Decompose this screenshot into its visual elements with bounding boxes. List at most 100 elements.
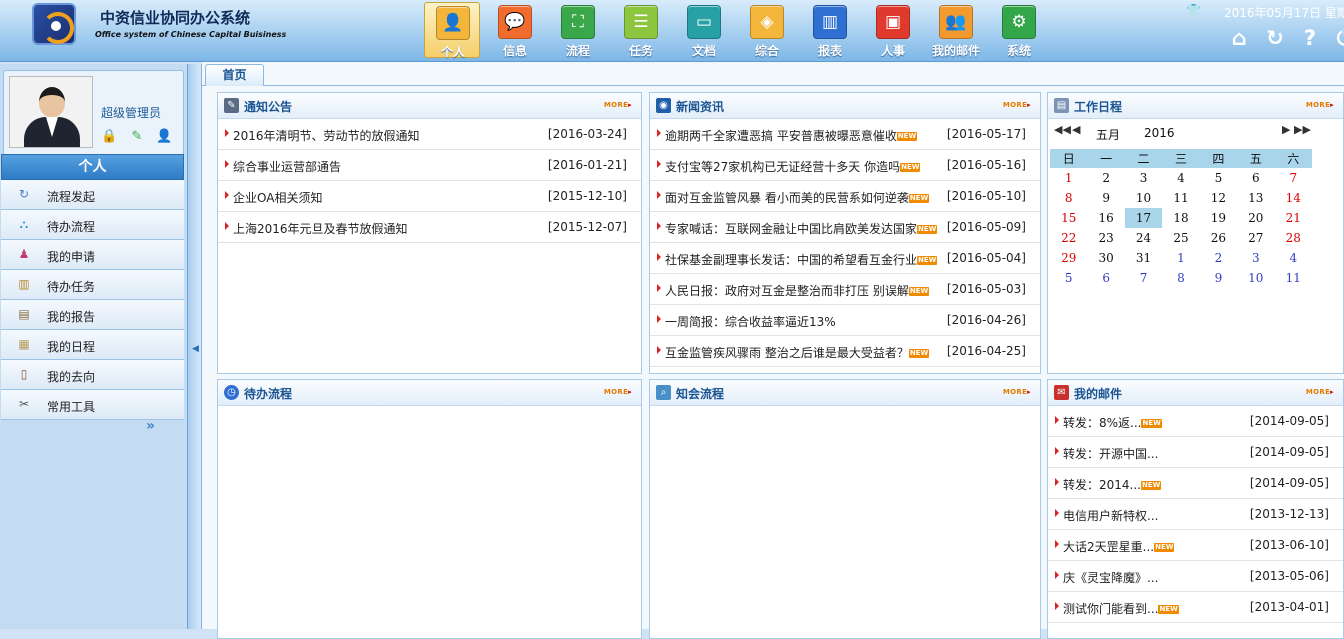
- list-item[interactable]: 转发：8%返...NEW [2014-09-05]: [1048, 406, 1343, 437]
- calendar-day[interactable]: 22: [1050, 228, 1087, 248]
- calendar-day[interactable]: 21: [1275, 208, 1312, 228]
- calendar-day[interactable]: 14: [1275, 188, 1312, 208]
- item-title[interactable]: 企业OA相关须知: [233, 189, 322, 206]
- mail-more-button[interactable]: MORE▸: [1306, 388, 1334, 396]
- calendar-day[interactable]: 19: [1200, 208, 1237, 228]
- news-more-button[interactable]: MORE▸: [1003, 101, 1031, 109]
- sidebar-splitter[interactable]: ◀: [188, 64, 202, 629]
- help-icon[interactable]: ?: [1297, 25, 1323, 51]
- calendar-day[interactable]: 27: [1237, 228, 1274, 248]
- item-title[interactable]: 转发：开源中国...: [1063, 445, 1158, 462]
- calendar-day[interactable]: 11: [1162, 188, 1199, 208]
- cc-more-button[interactable]: MORE▸: [1003, 388, 1031, 396]
- list-item[interactable]: 上海2016年元旦及春节放假通知 [2015-12-07]: [218, 212, 641, 243]
- expand-icon[interactable]: »: [146, 418, 155, 434]
- list-item[interactable]: 庆《灵宝降魔》... [2013-05-06]: [1048, 561, 1343, 592]
- power-icon[interactable]: ⏻: [1332, 25, 1344, 51]
- calendar-day[interactable]: 13: [1237, 188, 1274, 208]
- calendar-day[interactable]: 4: [1275, 248, 1312, 268]
- item-title[interactable]: 人民日报：政府对互金是整治而非打压 别误解NEW: [665, 282, 930, 299]
- nav-item-9[interactable]: ⚙ 系统: [991, 2, 1047, 58]
- item-title[interactable]: 2016年清明节、劳动节的放假通知: [233, 127, 420, 144]
- calendar-day[interactable]: 7: [1125, 268, 1162, 288]
- list-item[interactable]: 转发：开源中国... [2014-09-05]: [1048, 437, 1343, 468]
- list-item[interactable]: 逾期两千全家遭恶搞 平安普惠被曝恶意催收NEW [2016-05-17]: [650, 119, 1040, 150]
- prev-year-icon[interactable]: ◀◀: [1054, 123, 1071, 136]
- calendar-day[interactable]: 4: [1162, 168, 1199, 188]
- nav-item-2[interactable]: ⛶ 流程: [550, 2, 606, 58]
- calendar-day[interactable]: 11: [1275, 268, 1312, 288]
- list-item[interactable]: 大话2天罡星重...NEW [2013-06-10]: [1048, 530, 1343, 561]
- item-title[interactable]: 转发：8%返...NEW: [1063, 414, 1162, 431]
- item-title[interactable]: 互金监管疾风骤雨 整治之后谁是最大受益者？NEW: [665, 344, 930, 361]
- item-title[interactable]: 上海2016年元旦及春节放假通知: [233, 220, 408, 237]
- calendar-day[interactable]: 5: [1050, 268, 1087, 288]
- calendar-day[interactable]: 10: [1125, 188, 1162, 208]
- calendar-day[interactable]: 23: [1087, 228, 1124, 248]
- shirt-icon[interactable]: 👕: [1186, 3, 1201, 17]
- list-item[interactable]: 2016年清明节、劳动节的放假通知 [2016-03-24]: [218, 119, 641, 150]
- calendar-day[interactable]: 2: [1200, 248, 1237, 268]
- calendar-day[interactable]: 18: [1162, 208, 1199, 228]
- nav-item-4[interactable]: ▭ 文档: [676, 2, 732, 58]
- collapse-arrow-icon[interactable]: ◀: [192, 344, 199, 354]
- sidebar-section-title[interactable]: 个人: [1, 154, 184, 180]
- list-item[interactable]: 支付宝等27家机构已无证经营十多天 你造吗NEW [2016-05-16]: [650, 150, 1040, 181]
- calendar-day[interactable]: 31: [1125, 248, 1162, 268]
- item-title[interactable]: 支付宝等27家机构已无证经营十多天 你造吗NEW: [665, 158, 921, 175]
- calendar-day[interactable]: 16: [1087, 208, 1124, 228]
- calendar-day[interactable]: 9: [1087, 188, 1124, 208]
- sidebar-item-3[interactable]: ▥ 待办任务: [1, 270, 184, 300]
- calendar-day[interactable]: 28: [1275, 228, 1312, 248]
- list-item[interactable]: 测试你门能看到...NEW [2013-04-01]: [1048, 592, 1343, 623]
- sidebar-item-5[interactable]: ▦ 我的日程: [1, 330, 184, 360]
- sidebar-item-1[interactable]: ⛬ 待办流程: [1, 210, 184, 240]
- edit-icon[interactable]: ✎: [129, 129, 145, 145]
- item-title[interactable]: 综合事业运营部通告: [233, 158, 341, 175]
- list-item[interactable]: 企业OA相关须知 [2015-12-10]: [218, 181, 641, 212]
- sidebar-item-0[interactable]: ↻ 流程发起: [1, 180, 184, 210]
- item-title[interactable]: 社保基金副理事长发话：中国的希望看互金行业NEW: [665, 251, 938, 268]
- nav-item-0[interactable]: 👤 个人: [424, 2, 480, 59]
- prev-month-icon[interactable]: ◀: [1072, 123, 1080, 136]
- tab-home[interactable]: 首页: [205, 64, 264, 86]
- calendar-day[interactable]: 8: [1162, 268, 1199, 288]
- user-icon[interactable]: 👤: [156, 129, 172, 145]
- list-item[interactable]: 综合事业运营部通告 [2016-01-21]: [218, 150, 641, 181]
- calendar-day[interactable]: 5: [1200, 168, 1237, 188]
- item-title[interactable]: 专家喊话：互联网金融让中国比肩欧美发达国家NEW: [665, 220, 938, 237]
- list-item[interactable]: 专家喊话：互联网金融让中国比肩欧美发达国家NEW [2016-05-09]: [650, 212, 1040, 243]
- home-icon[interactable]: ⌂: [1226, 25, 1252, 51]
- nav-item-6[interactable]: ▥ 报表: [802, 2, 858, 58]
- calendar-day[interactable]: 7: [1275, 168, 1312, 188]
- nav-item-5[interactable]: ◈ 综合: [739, 2, 795, 58]
- sidebar-item-4[interactable]: ▤ 我的报告: [1, 300, 184, 330]
- nav-item-1[interactable]: 💬 信息: [487, 2, 543, 58]
- item-title[interactable]: 大话2天罡星重...NEW: [1063, 538, 1175, 555]
- calendar-day[interactable]: 6: [1087, 268, 1124, 288]
- item-title[interactable]: 一周简报：综合收益率逼近13%: [665, 313, 836, 330]
- lock-icon[interactable]: 🔒: [101, 129, 117, 145]
- list-item[interactable]: 人民日报：政府对互金是整治而非打压 别误解NEW [2016-05-03]: [650, 274, 1040, 305]
- calendar-day[interactable]: 6: [1237, 168, 1274, 188]
- calendar-day[interactable]: 8: [1050, 188, 1087, 208]
- calendar-day[interactable]: 26: [1200, 228, 1237, 248]
- nav-item-7[interactable]: ▣ 人事: [865, 2, 921, 58]
- sidebar-item-7[interactable]: ✂ 常用工具: [1, 390, 184, 420]
- calendar-day[interactable]: 25: [1162, 228, 1199, 248]
- sidebar-item-2[interactable]: ♟ 我的申请: [1, 240, 184, 270]
- calendar-day[interactable]: 24: [1125, 228, 1162, 248]
- calendar-day[interactable]: 1: [1050, 168, 1087, 188]
- notice-more-button[interactable]: MORE▸: [604, 101, 632, 109]
- calendar-day[interactable]: 30: [1087, 248, 1124, 268]
- item-title[interactable]: 面对互金监管风暴 看小而美的民营系如何逆袭NEW: [665, 189, 930, 206]
- schedule-more-button[interactable]: MORE▸: [1306, 101, 1334, 109]
- calendar-day[interactable]: 9: [1200, 268, 1237, 288]
- item-title[interactable]: 逾期两千全家遭恶搞 平安普惠被曝恶意催收NEW: [665, 127, 918, 144]
- refresh-icon[interactable]: ↻: [1262, 25, 1288, 51]
- calendar-day[interactable]: 3: [1125, 168, 1162, 188]
- calendar-day[interactable]: 1: [1162, 248, 1199, 268]
- next-year-icon[interactable]: ▶▶: [1294, 123, 1311, 136]
- calendar-day[interactable]: 10: [1237, 268, 1274, 288]
- list-item[interactable]: 一周简报：综合收益率逼近13% [2016-04-26]: [650, 305, 1040, 336]
